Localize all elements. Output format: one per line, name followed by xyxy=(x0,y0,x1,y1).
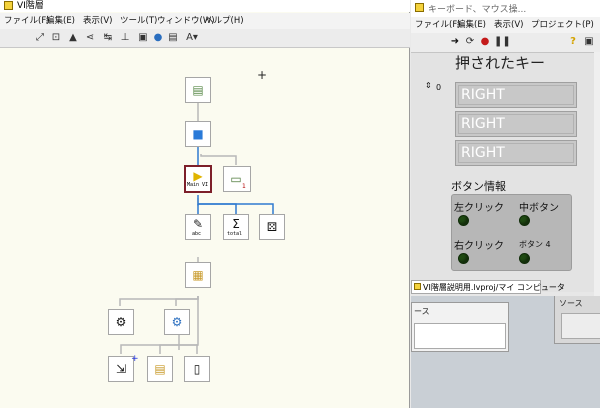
expand-plus-icon[interactable]: + xyxy=(131,354,139,364)
button-info-label: ボタン情報 xyxy=(451,180,506,193)
right-click-led[interactable] xyxy=(458,253,469,264)
array-index-value: 0 xyxy=(436,83,442,92)
wrench-icon: ⚙ xyxy=(115,315,127,329)
string-vi-node[interactable]: ✎ abc xyxy=(185,214,211,240)
run-continuously-icon[interactable]: ⟳ xyxy=(464,36,476,48)
left-click-label: 左クリック xyxy=(454,203,504,214)
run-arrow-icon[interactable]: ➜ xyxy=(449,36,461,48)
window-title: VI階層 xyxy=(17,1,44,11)
zoom-fit-icon[interactable]: ⤢ xyxy=(34,32,46,44)
menu-file[interactable]: ファイル(F) xyxy=(4,15,50,27)
pressed-key-cell: RIGHT xyxy=(455,140,577,166)
pressed-key-cell: RIGHT xyxy=(455,111,577,137)
label-options-icon[interactable]: A▾ xyxy=(183,32,201,44)
hierarchy-root-icon[interactable]: ▤ xyxy=(185,77,211,103)
abc-label: abc xyxy=(192,231,202,237)
fp-toolbar: ➜ ⟳ ● ❚❚ ? ▣ xyxy=(411,33,600,52)
dice-vi-node[interactable]: ⚄ xyxy=(259,214,285,240)
vi-connector-icon: ▣ xyxy=(584,36,594,47)
menu-tools[interactable]: ツール(T) xyxy=(120,15,157,27)
project-icon: ▤ xyxy=(192,83,204,97)
subvi-node-d[interactable]: ▤ xyxy=(147,356,173,382)
subvi-node-a[interactable]: ⚙ xyxy=(108,309,134,335)
fp-window-title: キーボード、マウス操... xyxy=(428,5,527,15)
vertical-scrollbar[interactable] xyxy=(594,52,600,296)
middle-button-led[interactable] xyxy=(519,215,530,226)
tree-icon[interactable]: ⊥ xyxy=(119,32,131,44)
vi-icon xyxy=(415,3,424,12)
block-diagram-area: ース ソース xyxy=(411,296,600,408)
source-label-left: ース xyxy=(414,307,430,316)
source-field-right[interactable] xyxy=(561,313,600,339)
folder-icon: ▦ xyxy=(192,268,204,282)
gears-icon: ⚙ xyxy=(171,315,183,329)
front-panel-window: キーボード、マウス操... ファイル(F) 編集(E) 表示(V) プロジェクト… xyxy=(411,0,600,296)
menu-edit[interactable]: 編集(E) xyxy=(457,19,486,31)
pause-icon[interactable]: ❚❚ xyxy=(494,36,511,48)
main-vi-label: Main VI xyxy=(187,182,209,188)
fp-menu-bar: ファイル(F) 編集(E) 表示(V) プロジェクト(P) xyxy=(411,17,600,33)
vi-icon xyxy=(414,283,421,290)
project-context-label: VI階層説明用.lvproj/マイ コンピュータ xyxy=(423,283,565,292)
menu-view[interactable]: 表示(V) xyxy=(494,19,523,31)
source-field-left[interactable] xyxy=(414,323,506,349)
my-computer-node[interactable]: ■ xyxy=(185,121,211,147)
total-label: total xyxy=(227,231,243,237)
menu-project[interactable]: プロジェクト(P) xyxy=(531,19,594,31)
fp-title-bar: キーボード、マウス操... xyxy=(411,0,600,17)
menu-view[interactable]: 表示(V) xyxy=(83,15,112,27)
project-context-tab[interactable]: VI階層説明用.lvproj/マイ コンピュータ xyxy=(411,280,565,294)
subvi-badge: 1 xyxy=(242,183,246,190)
total-vi-node[interactable]: Σ total xyxy=(223,214,249,240)
front-panel: 押されたキー ⇕ 0 RIGHT RIGHT RIGHT ボタン情報 左クリック… xyxy=(411,52,594,292)
source-label-right: ソース xyxy=(559,299,583,308)
horizontal-layout-icon[interactable]: ▲ xyxy=(67,32,79,44)
help-icon[interactable]: ? xyxy=(567,36,579,48)
computer-icon: ■ xyxy=(192,127,204,141)
show-typedefs-icon[interactable]: ▤ xyxy=(167,32,179,44)
show-globals-icon[interactable]: ● xyxy=(152,32,164,44)
left-click-led[interactable] xyxy=(458,215,469,226)
menu-help[interactable]: ヘルプ(H) xyxy=(205,15,244,27)
button-info-cluster: 左クリック 中ボタン 右クリック ボタン 4 xyxy=(451,194,572,271)
button-4-led[interactable] xyxy=(519,253,530,264)
vertical-layout-icon[interactable]: ⋖ xyxy=(84,32,96,44)
menu-bar: ファイル(F) 編集(E) 表示(V) ツール(T) ウィンドウ(W) ヘルプ(… xyxy=(0,13,410,29)
middle-button-label: 中ボタン xyxy=(519,203,559,214)
toolbar: ⤢ ⊡ ▲ ⋖ ↹ ⊥ ▣ ● ▤ A▾ xyxy=(0,29,410,48)
subvi-node-e[interactable]: ▯ xyxy=(184,356,210,382)
menu-edit[interactable]: 編集(E) xyxy=(46,15,75,27)
vi-icon xyxy=(4,1,13,10)
menu-file[interactable]: ファイル(F) xyxy=(415,19,461,31)
index-spinner-icon[interactable]: ⇕ xyxy=(425,81,432,90)
abort-icon[interactable]: ● xyxy=(479,36,491,48)
redraw-icon[interactable]: ↹ xyxy=(102,32,114,44)
event-subvi-node[interactable]: ▭ 1 xyxy=(223,166,251,192)
page-icon: ▯ xyxy=(193,362,201,376)
source-node-right[interactable]: ソース xyxy=(554,296,600,344)
document-icon: ▤ xyxy=(154,362,166,376)
subvi-node-b[interactable]: ⚙ xyxy=(164,309,190,335)
pressed-key-cell: RIGHT xyxy=(455,82,577,108)
zoom-icon[interactable]: ⊡ xyxy=(50,32,62,44)
dice-icon: ⚄ xyxy=(266,220,278,234)
path-icon: ⇲ xyxy=(115,362,127,376)
file-vi-node[interactable]: ▦ xyxy=(185,262,211,288)
subvi-node-c[interactable]: ⇲ + xyxy=(108,354,139,382)
pressed-keys-label: 押されたキー xyxy=(455,54,546,72)
source-node-left[interactable]: ース xyxy=(411,302,509,352)
array-index[interactable]: ⇕ 0 xyxy=(425,81,447,96)
crosshair-cursor: + xyxy=(257,68,268,82)
button-4-label: ボタン 4 xyxy=(519,240,551,249)
vi-hierarchy-window: VI階層 ファイル(F) 編集(E) 表示(V) ツール(T) ウィンドウ(W)… xyxy=(0,0,410,408)
title-bar: VI階層 xyxy=(0,0,410,12)
right-click-label: 右クリック xyxy=(454,241,504,252)
show-vilib-icon[interactable]: ▣ xyxy=(137,32,149,44)
main-vi-node[interactable]: ▶ Main VI xyxy=(184,165,212,193)
